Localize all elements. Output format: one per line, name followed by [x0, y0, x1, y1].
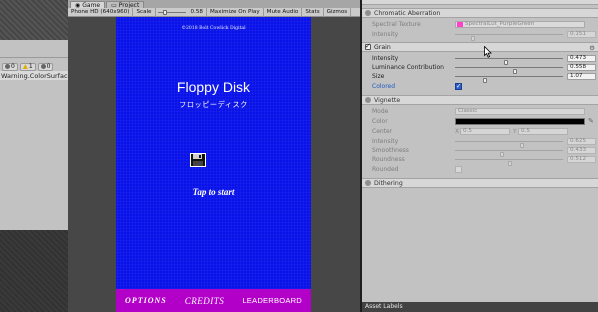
vignette-mode-dropdown[interactable]: Classic: [455, 108, 585, 115]
mute-audio-toggle[interactable]: Mute Audio: [264, 7, 303, 17]
grain-size-slider[interactable]: [455, 76, 563, 83]
vignette-smoothness-slider[interactable]: [455, 150, 563, 157]
leaderboard-button[interactable]: LEADERBOARD: [242, 296, 302, 305]
error-icon: [5, 64, 10, 69]
maximize-on-play-toggle[interactable]: Maximize On Play: [207, 7, 264, 17]
game-subtitle: フロッピーディスク: [179, 100, 248, 109]
grain-header[interactable]: Grain ⚙: [362, 42, 598, 52]
hierarchy-background: [0, 230, 68, 312]
console-message[interactable]: Warning.ColorSurface: [1, 72, 72, 80]
mouse-cursor-icon: [484, 46, 492, 58]
error-toggle[interactable]: 0: [2, 62, 18, 71]
chromatic-intensity-slider[interactable]: [455, 34, 563, 41]
info-icon: [40, 64, 46, 69]
chromatic-intensity-value[interactable]: 0.151: [567, 31, 596, 38]
scale-slider-track: [157, 11, 186, 13]
grain-size-row: Size 1.07: [362, 72, 598, 83]
texture-swatch-icon: [457, 22, 463, 27]
luminance-contribution-slider[interactable]: [455, 67, 563, 74]
grain-intensity-row: Intensity 0.473: [362, 54, 598, 65]
asset-labels-bar[interactable]: Asset Labels: [362, 302, 598, 312]
vignette-center-y-field[interactable]: 0.5: [518, 128, 568, 135]
console-separator: [0, 57, 68, 58]
vignette-smoothness-row: Smoothness 0.433: [362, 146, 598, 157]
vignette-intensity-row: Intensity 0.625: [362, 137, 598, 148]
resolution-dropdown[interactable]: Phone HD (640x960): [68, 7, 134, 17]
scale-slider[interactable]: [156, 8, 188, 17]
gizmos-dropdown[interactable]: Gizmos: [324, 7, 352, 17]
floppy-disk-icon[interactable]: [190, 153, 206, 167]
game-viewport[interactable]: ©2018 Bolt Cowlick Digital Floppy Disk フ…: [116, 17, 311, 312]
console-counters: 0 1 0: [0, 62, 68, 71]
vignette-toggle[interactable]: [365, 97, 371, 103]
scale-value: 0.58: [188, 7, 207, 17]
grain-toggle[interactable]: [365, 42, 371, 50]
dithering-toggle[interactable]: [365, 180, 371, 186]
warning-toggle[interactable]: 1: [19, 62, 36, 71]
luminance-contribution-row: Luminance Contribution 0.558: [362, 63, 598, 74]
credits-button[interactable]: CREDITS: [185, 296, 225, 306]
vignette-center-row: Center X 0.5 Y 0.5: [362, 127, 598, 136]
vignette-rounded-row: Rounded: [362, 165, 598, 174]
vignette-intensity-value[interactable]: 0.625: [567, 138, 596, 145]
vignette-roundness-slider[interactable]: [455, 159, 563, 166]
game-title: Floppy Disk: [176, 79, 251, 95]
previous-section-header[interactable]: [362, 0, 598, 5]
vignette-roundness-row: Roundness 0.512: [362, 155, 598, 166]
scale-label: Scale: [133, 7, 156, 17]
scale-slider-thumb[interactable]: [162, 9, 167, 15]
gear-icon[interactable]: ⚙: [589, 44, 595, 52]
chromatic-aberration-header[interactable]: Chromatic Aberration: [362, 8, 598, 18]
dithering-header[interactable]: Dithering: [362, 178, 598, 188]
vignette-rounded-checkbox[interactable]: [455, 166, 462, 173]
spectral-texture-row: Spectral Texture SpectralLut_PurpleGreen: [362, 20, 598, 29]
vignette-color-field[interactable]: [455, 118, 585, 125]
copyright-text: ©2018 Bolt Cowlick Digital: [181, 26, 246, 31]
spectral-texture-field[interactable]: SpectralLut_PurpleGreen: [455, 21, 585, 28]
inspector-panel: Chromatic Aberration Spectral Texture Sp…: [362, 0, 598, 312]
grain-intensity-value[interactable]: 0.473: [567, 55, 596, 62]
vignette-center-x-field[interactable]: 0.5: [460, 128, 510, 135]
scene-view-thumbnail: [0, 0, 68, 40]
chromatic-aberration-toggle[interactable]: [365, 10, 371, 16]
grain-size-value[interactable]: 1.07: [567, 73, 596, 80]
vignette-header[interactable]: Vignette: [362, 95, 598, 105]
grain-intensity-slider[interactable]: [455, 58, 563, 65]
grain-colored-checkbox[interactable]: [455, 82, 462, 91]
game-toolbar: Phone HD (640x960) Scale 0.58 Maximize O…: [68, 7, 360, 17]
message-toggle[interactable]: 0: [37, 62, 54, 71]
game-panel: ◉ Game ▭ Project Phone HD (640x960) Scal…: [68, 0, 360, 312]
vignette-smoothness-value[interactable]: 0.433: [567, 147, 596, 154]
vignette-roundness-value[interactable]: 0.512: [567, 156, 596, 163]
vignette-intensity-slider[interactable]: [455, 141, 563, 148]
options-button[interactable]: OPTIONS: [125, 296, 167, 305]
chromatic-intensity-row: Intensity 0.151: [362, 30, 598, 41]
luminance-contribution-value[interactable]: 0.558: [567, 64, 596, 71]
vignette-mode-row: Mode Classic: [362, 107, 598, 116]
grain-colored-row: Colored: [362, 82, 598, 91]
vignette-color-row: Color ✎: [372, 117, 594, 126]
console-panel: 0 1 0 Warning.ColorSurface: [0, 40, 72, 230]
tap-to-start-text[interactable]: Tap to start: [116, 187, 311, 197]
stats-toggle[interactable]: Stats: [302, 7, 324, 17]
eyedropper-icon[interactable]: ✎: [588, 117, 594, 126]
menu-bar: OPTIONS CREDITS LEADERBOARD: [116, 289, 311, 312]
warning-icon: [22, 64, 28, 69]
chromatic-intensity-knob[interactable]: [471, 36, 475, 41]
